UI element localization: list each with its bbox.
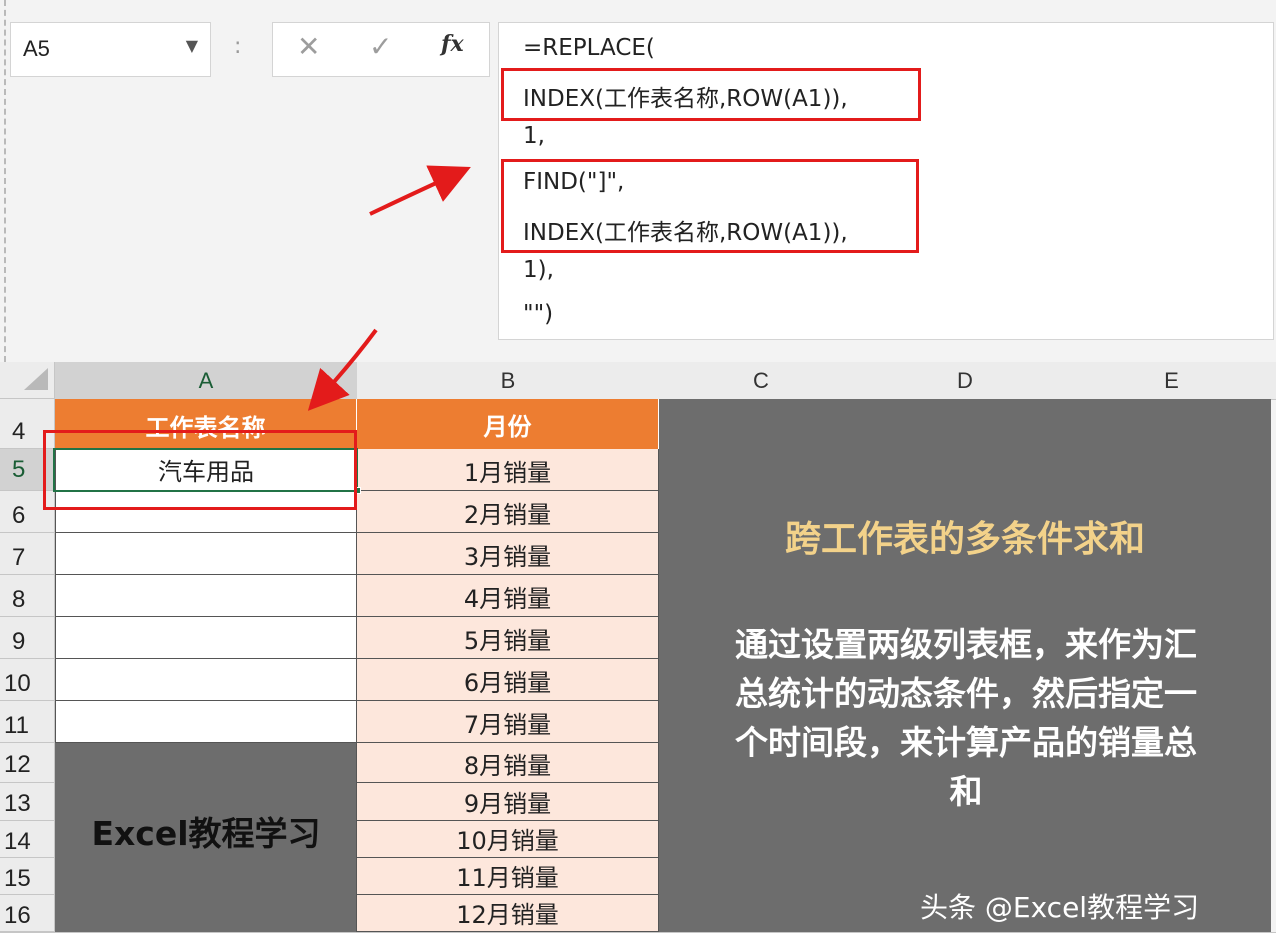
name-box[interactable]: A5 ▼ (10, 22, 211, 77)
formula-bar-separator: : (234, 34, 242, 59)
panel-body: 通过设置两级列表框，来作为汇 总统计的动态条件，然后指定一 个时间段，来计算产品… (668, 620, 1264, 816)
formula-line: "") (523, 301, 554, 327)
cell-b7[interactable]: 3月销量 (357, 533, 659, 575)
fill-handle[interactable] (354, 487, 361, 494)
panel-body-line: 通过设置两级列表框，来作为汇 (735, 625, 1197, 664)
cell-b11[interactable]: 7月销量 (357, 701, 659, 743)
cell-b9[interactable]: 5月销量 (357, 617, 659, 659)
select-all-triangle-icon (24, 368, 48, 390)
formula-bar-buttons: ✕ ✓ fx (272, 22, 490, 77)
column-header-c[interactable]: C (659, 362, 864, 400)
active-cell-border (53, 448, 358, 492)
caret-down-icon[interactable]: ▼ (186, 36, 198, 55)
cell-a7[interactable] (55, 533, 357, 575)
cell-b4[interactable]: 月份 (357, 399, 659, 449)
cell-a10[interactable] (55, 659, 357, 701)
formula-line: INDEX(工作表名称,ROW(A1)), (523, 86, 848, 112)
row-header-9[interactable]: 9 (0, 617, 55, 659)
column-header-e[interactable]: E (1067, 362, 1276, 400)
cell-b12[interactable]: 8月销量 (357, 743, 659, 783)
row-header-16[interactable]: 16 (0, 895, 55, 932)
cell-b6[interactable]: 2月销量 (357, 491, 659, 533)
formula-line: INDEX(工作表名称,ROW(A1)), (523, 220, 848, 246)
check-icon[interactable]: ✓ (369, 33, 392, 61)
row-header-14[interactable]: 14 (0, 821, 55, 858)
row-header-6[interactable]: 6 (0, 491, 55, 533)
page-edge-dashed (4, 0, 6, 362)
formula-line: 1), (523, 257, 554, 283)
cell-a6[interactable] (55, 491, 357, 533)
cell-a11[interactable] (55, 701, 357, 743)
row-header-4[interactable]: 4 (0, 399, 55, 449)
panel-body-line: 个时间段，来计算产品的销量总 (735, 723, 1197, 762)
row-header-10[interactable]: 10 (0, 659, 55, 701)
cell-a8[interactable] (55, 575, 357, 617)
arrow-to-formula-icon (369, 165, 471, 216)
formula-input[interactable]: =REPLACE( INDEX(工作表名称,ROW(A1)), 1, FIND(… (498, 22, 1274, 340)
cell-b14[interactable]: 10月销量 (357, 821, 659, 858)
row-header-15[interactable]: 15 (0, 858, 55, 895)
cancel-icon[interactable]: ✕ (297, 33, 320, 61)
row-header-7[interactable]: 7 (0, 533, 55, 575)
insert-function-icon[interactable]: fx (441, 33, 464, 55)
formula-line: =REPLACE( (523, 35, 655, 61)
panel-title: 跨工作表的多条件求和 (784, 519, 1145, 560)
cell-b15[interactable]: 11月销量 (357, 858, 659, 895)
left-block-text: Excel教程学习 (91, 814, 321, 853)
name-box-value: A5 (23, 36, 50, 61)
formula-line: FIND("]", (523, 169, 625, 195)
cell-b5[interactable]: 1月销量 (357, 449, 659, 491)
column-header-d[interactable]: D (863, 362, 1068, 400)
cell-b10[interactable]: 6月销量 (357, 659, 659, 701)
panel-body-line: 和 (949, 772, 983, 811)
formula-line: 1, (523, 123, 545, 149)
row-header-12[interactable]: 12 (0, 743, 55, 783)
column-header-b[interactable]: B (357, 362, 660, 400)
row-17[interactable] (0, 932, 1276, 948)
cell-b13[interactable]: 9月销量 (357, 783, 659, 821)
row-header-8[interactable]: 8 (0, 575, 55, 617)
cell-b8[interactable]: 4月销量 (357, 575, 659, 617)
watermark: 头条 @Excel教程学习 (920, 891, 1200, 924)
cell-a9[interactable] (55, 617, 357, 659)
panel-body-line: 总统计的动态条件，然后指定一 (735, 674, 1197, 713)
column-header-a[interactable]: A (55, 362, 358, 401)
row-header-5[interactable]: 5 (0, 449, 55, 491)
cell-b16[interactable]: 12月销量 (357, 895, 659, 932)
row-header-13[interactable]: 13 (0, 783, 55, 821)
cell-a4[interactable]: 工作表名称 (55, 399, 357, 449)
row-header-11[interactable]: 11 (0, 701, 55, 743)
